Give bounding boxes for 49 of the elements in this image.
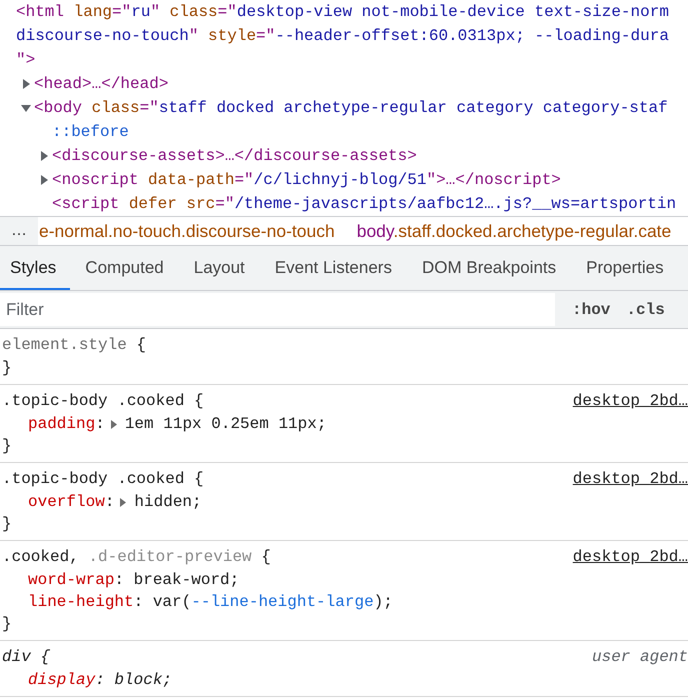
panel-tab[interactable]: Properties xyxy=(571,246,679,290)
css-selector: div { xyxy=(2,648,50,666)
caret-right-icon[interactable] xyxy=(40,175,48,185)
closing-brace: } xyxy=(2,614,13,635)
html-code-line[interactable]: ::before xyxy=(52,122,129,142)
css-selector: element.style { xyxy=(2,336,146,354)
css-selector: .cooked, .d-editor-preview { xyxy=(2,548,271,566)
panel-tab[interactable]: Event Listeners xyxy=(260,246,407,290)
css-value: 1em 11px 0.25em 11px; xyxy=(124,415,326,433)
caret-right-icon[interactable] xyxy=(22,79,30,89)
css-property: padding: xyxy=(28,415,105,433)
css-value: block; xyxy=(114,671,172,689)
html-code-line[interactable]: <head>…</head> xyxy=(34,74,168,94)
caret-down-icon[interactable] xyxy=(21,104,31,112)
pane-toggle-button[interactable]: :hov xyxy=(564,296,618,324)
css-property: line-height: xyxy=(28,593,144,611)
closing-brace: } xyxy=(2,358,13,379)
closing-brace: } xyxy=(2,514,13,535)
css-selector: .topic-body .cooked { xyxy=(2,392,204,410)
source-link[interactable]: desktop_2bd… xyxy=(572,548,688,566)
html-code-line[interactable]: "> xyxy=(16,50,36,70)
css-property: overflow: xyxy=(28,493,114,511)
breadcrumb[interactable]: e-normal.no-touch.discourse-no-touch xyxy=(39,217,335,245)
css-value: break-word; xyxy=(134,571,240,589)
panel-tab[interactable]: DOM Breakpoints xyxy=(406,246,572,290)
html-code-line[interactable]: <html lang="ru" class="desktop-view not-mobile-device text-size-norm xyxy=(16,2,669,22)
css-selector: .topic-body .cooked { xyxy=(2,470,204,488)
html-code-line[interactable]: <discourse-assets>…</discourse-assets> xyxy=(52,146,417,166)
panel-tab[interactable]: Layout xyxy=(178,246,260,290)
panel-tab[interactable]: Computed xyxy=(70,246,179,290)
css-property: word-wrap: xyxy=(28,571,124,589)
source-label: user agent xyxy=(592,648,688,666)
breadcrumb[interactable]: body.staff.docked.archetype-regular.cate xyxy=(356,217,672,245)
html-code-line[interactable]: discourse-no-touch" style="--header-offset:60.0313px; --loading-dura xyxy=(16,26,669,46)
html-code-line[interactable]: <script defer src="/theme-javascripts/aafbc12….js?__ws=artsportin xyxy=(52,194,676,214)
css-value: var(--line-height-large); xyxy=(152,593,393,611)
source-link[interactable]: desktop_2bd… xyxy=(572,470,688,488)
source-link[interactable]: desktop_2bd… xyxy=(572,392,688,410)
html-code-line[interactable]: <noscript data-path="/c/lichnyj-blog/51">…</noscript> xyxy=(52,170,561,190)
css-property: display: xyxy=(28,671,105,689)
caret-right-icon[interactable] xyxy=(40,151,48,161)
pane-toggle-button[interactable]: .cls xyxy=(618,296,673,324)
closing-brace: } xyxy=(2,436,13,457)
caret-right-icon[interactable] xyxy=(120,498,126,506)
html-code-line[interactable]: <body class="staff docked archetype-regular category category-staf xyxy=(34,98,668,118)
breadcrumb-overflow-button[interactable]: … xyxy=(0,217,38,245)
filter-field[interactable]: Filter xyxy=(0,293,555,326)
caret-right-icon[interactable] xyxy=(110,420,117,428)
css-value: hidden; xyxy=(134,493,202,511)
